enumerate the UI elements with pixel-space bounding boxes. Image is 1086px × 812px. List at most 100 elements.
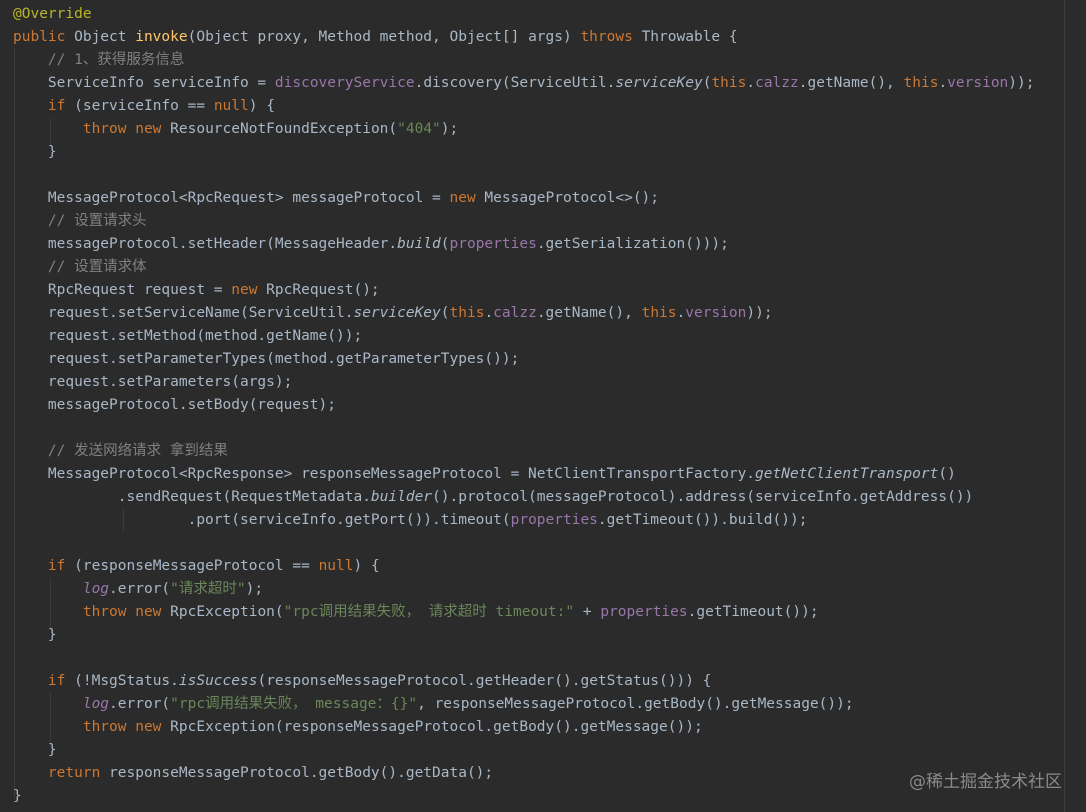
code-line[interactable]: // 设置请求体 xyxy=(13,256,147,279)
code-line[interactable]: if (!MsgStatus.isSuccess(responseMessage… xyxy=(13,670,712,693)
code-token: request.setParameters(args); xyxy=(13,374,293,390)
code-token: . xyxy=(746,75,756,91)
code-token: , responseMessageProtocol.getBody().getM… xyxy=(417,696,854,712)
code-token: throw new xyxy=(82,719,171,735)
code-line[interactable]: request.setServiceName(ServiceUtil.servi… xyxy=(13,302,773,325)
code-token: log xyxy=(82,581,110,597)
code-token: null xyxy=(213,98,249,114)
code-token: request.setParameterTypes(method.getPara… xyxy=(13,351,520,367)
code-token: ); xyxy=(245,581,264,597)
code-token: RpcRequest(); xyxy=(266,282,380,298)
code-token: this xyxy=(903,75,939,91)
code-line[interactable]: messageProtocol.setBody(request); xyxy=(13,394,336,417)
code-token: serviceKey xyxy=(615,75,703,91)
right-margin-guide xyxy=(1064,0,1065,812)
code-line[interactable]: } xyxy=(13,739,57,762)
code-line[interactable]: .port(serviceInfo.getPort()).timeout(pro… xyxy=(13,509,808,532)
code-token: messageProtocol.setBody(request); xyxy=(13,397,337,413)
code-token: ().protocol(messageProtocol).address(ser… xyxy=(432,489,974,505)
code-token: // 1、获得服务信息 xyxy=(47,52,185,68)
code-line[interactable]: request.setMethod(method.getName()); xyxy=(13,325,362,348)
code-token: ResourceNotFoundException( xyxy=(170,121,398,137)
code-token: } xyxy=(13,788,22,804)
code-line[interactable]: log.error("请求超时"); xyxy=(13,578,263,601)
code-token: throw new xyxy=(82,604,171,620)
code-line[interactable]: throw new ResourceNotFoundException("404… xyxy=(13,118,458,141)
code-token: public xyxy=(13,29,75,45)
code-token: request.setServiceName(ServiceUtil. xyxy=(13,305,354,321)
code-token: if xyxy=(47,673,75,689)
code-token: .getTimeout()); xyxy=(687,604,819,620)
code-token: MessageProtocol<>(); xyxy=(484,190,660,206)
code-token: .sendRequest(RequestMetadata. xyxy=(13,489,371,505)
code-token: @Override xyxy=(13,6,92,22)
code-token: this xyxy=(641,305,677,321)
code-line[interactable]: request.setParameters(args); xyxy=(13,371,292,394)
code-line[interactable]: @Override xyxy=(13,3,92,26)
code-token: new xyxy=(231,282,267,298)
code-token: . xyxy=(676,305,686,321)
code-token: } xyxy=(13,144,57,160)
code-token: . xyxy=(938,75,948,91)
code-token: // 发送网络请求 拿到结果 xyxy=(47,443,228,459)
code-line[interactable]: } xyxy=(13,141,57,164)
code-line[interactable]: } xyxy=(13,624,57,647)
code-line[interactable]: request.setParameterTypes(method.getPara… xyxy=(13,348,519,371)
code-token: "404" xyxy=(397,121,441,137)
code-line[interactable]: return responseMessageProtocol.getBody()… xyxy=(13,762,493,785)
code-line[interactable]: // 发送网络请求 拿到结果 xyxy=(13,440,228,463)
code-token: (serviceInfo == xyxy=(74,98,214,114)
code-token: "rpc调用结果失败， 请求超时 timeout:" xyxy=(283,604,575,620)
code-token: properties xyxy=(510,512,598,528)
code-token: RpcException(responseMessageProtocol.get… xyxy=(170,719,703,735)
code-line[interactable]: throw new RpcException("rpc调用结果失败， 请求超时 … xyxy=(13,601,819,624)
code-line[interactable]: ServiceInfo serviceInfo = discoveryServi… xyxy=(13,72,1035,95)
code-line[interactable]: .sendRequest(RequestMetadata.builder().p… xyxy=(13,486,974,509)
code-line[interactable]: throw new RpcException(responseMessagePr… xyxy=(13,716,703,739)
code-token: getNetClientTransport xyxy=(755,466,939,482)
code-token: (Object proxy, Method method, Object[] a… xyxy=(187,29,581,45)
code-editor[interactable]: @Override public Object invoke(Object pro… xyxy=(0,0,1086,812)
code-token: return xyxy=(47,765,110,781)
code-token: .getTimeout()).build()); xyxy=(597,512,808,528)
code-token: throws xyxy=(580,29,642,45)
code-line[interactable]: MessageProtocol<RpcResponse> responseMes… xyxy=(13,463,956,486)
code-token: RpcException( xyxy=(170,604,284,620)
code-token: + xyxy=(574,604,601,620)
code-token: (!MsgStatus. xyxy=(74,673,179,689)
code-token: )); xyxy=(1008,75,1035,91)
code-token: // 设置请求头 xyxy=(47,213,147,229)
code-token: calzz xyxy=(755,75,799,91)
code-line[interactable]: RpcRequest request = new RpcRequest(); xyxy=(13,279,380,302)
code-token: request.setMethod(method.getName()); xyxy=(13,328,363,344)
code-token: ) { xyxy=(248,98,275,114)
code-token: () xyxy=(938,466,956,482)
code-line[interactable]: messageProtocol.setHeader(MessageHeader.… xyxy=(13,233,729,256)
code-line[interactable]: // 1、获得服务信息 xyxy=(13,49,184,72)
code-token: (responseMessageProtocol == xyxy=(74,558,319,574)
code-token: "rpc调用结果失败， message：{}" xyxy=(170,696,418,712)
code-line[interactable]: // 设置请求头 xyxy=(13,210,147,233)
code-token: } xyxy=(13,627,57,643)
code-token: this xyxy=(711,75,747,91)
code-token: "请求超时" xyxy=(170,581,246,597)
code-line[interactable]: } xyxy=(13,785,22,808)
code-token: (responseMessageProtocol.getHeader().get… xyxy=(257,673,712,689)
code-line[interactable]: if (responseMessageProtocol == null) { xyxy=(13,555,380,578)
code-line[interactable]: public Object invoke(Object proxy, Metho… xyxy=(13,26,738,49)
code-line[interactable]: if (serviceInfo == null) { xyxy=(13,95,275,118)
code-line[interactable]: log.error("rpc调用结果失败， message：{}", respo… xyxy=(13,693,854,716)
code-token: throw new xyxy=(82,121,171,137)
code-token: ); xyxy=(440,121,459,137)
code-token: Object xyxy=(74,29,136,45)
code-token: this xyxy=(449,305,485,321)
code-line[interactable]: MessageProtocol<RpcRequest> messageProto… xyxy=(13,187,659,210)
code-token: .getName(), xyxy=(798,75,904,91)
code-token: // 设置请求体 xyxy=(47,259,147,275)
